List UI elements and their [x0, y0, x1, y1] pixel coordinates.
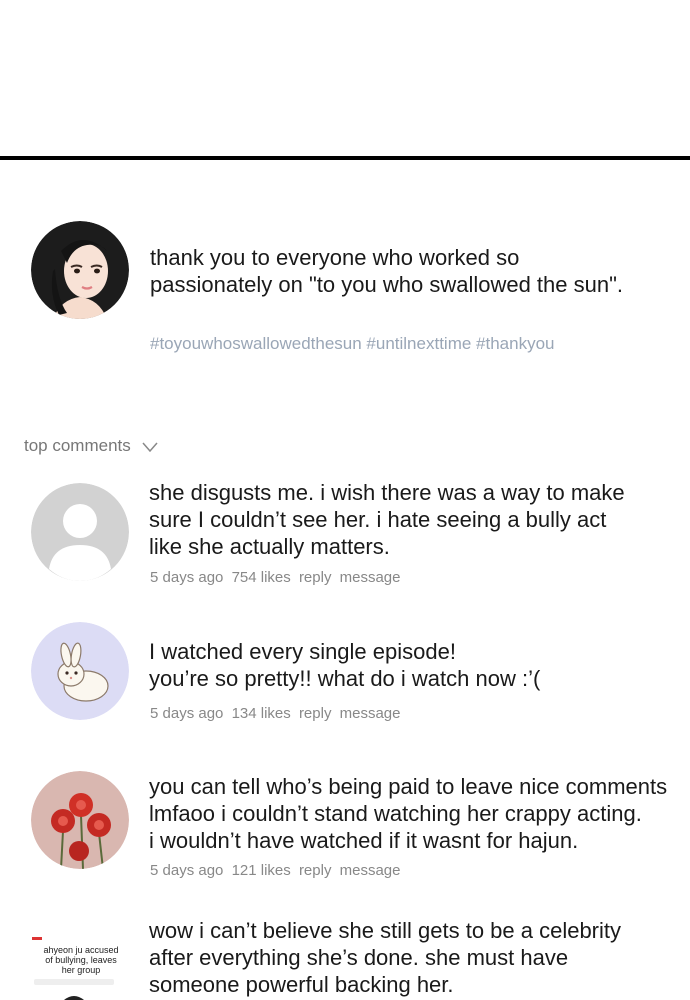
reply-link[interactable]: reply: [299, 569, 332, 586]
comment-likes[interactable]: 121 likes: [232, 862, 291, 879]
reply-link[interactable]: reply: [299, 705, 332, 722]
comment-text-line: someone powerful backing her.: [149, 972, 454, 997]
comment-text-line: you can tell who’s being paid to leave n…: [149, 774, 668, 799]
post-text: thank you to everyone who worked so pass…: [150, 244, 680, 298]
comment-text: I watched every single episode! you’re s…: [149, 638, 540, 692]
comment-text-line: like she actually matters.: [149, 534, 390, 559]
comment-text-line: I watched every single episode!: [149, 639, 456, 664]
default-avatar[interactable]: [31, 483, 129, 581]
comment-text-line: she disgusts me. i wish there was a way …: [149, 480, 625, 505]
post-text-line: passionately on "to you who swallowed th…: [150, 272, 624, 297]
svg-text:her group: her group: [62, 965, 101, 975]
post-author-avatar[interactable]: [31, 221, 129, 319]
reply-link[interactable]: reply: [299, 862, 332, 879]
chevron-down-icon: [141, 437, 158, 457]
comment-likes[interactable]: 134 likes: [232, 705, 291, 722]
message-link[interactable]: message: [340, 862, 401, 879]
top-comments-sort[interactable]: top comments: [24, 436, 158, 457]
message-link[interactable]: message: [340, 705, 401, 722]
comment-meta: 5 days ago 134 likes reply message: [150, 705, 405, 722]
comment-likes[interactable]: 754 likes: [232, 569, 291, 586]
comment-text: wow i can’t believe she still gets to be…: [149, 917, 621, 998]
comment-time: 5 days ago: [150, 862, 224, 879]
header-divider: [0, 156, 690, 160]
svg-text:of bullying, leaves: of bullying, leaves: [45, 955, 117, 965]
top-comments-label: top comments: [24, 436, 131, 455]
svg-text:ahyeon ju accused: ahyeon ju accused: [43, 945, 118, 955]
comment-meta: 5 days ago 121 likes reply message: [150, 862, 405, 879]
message-link[interactable]: message: [340, 569, 401, 586]
flower-avatar[interactable]: [31, 771, 129, 869]
comment-time: 5 days ago: [150, 569, 224, 586]
comment-meta: 5 days ago 754 likes reply message: [150, 569, 405, 586]
comment-text-line: wow i can’t believe she still gets to be…: [149, 918, 622, 943]
comment-time: 5 days ago: [150, 705, 224, 722]
comment-text-line: you’re so pretty!! what do i watch now :…: [149, 666, 541, 691]
comment-text: you can tell who’s being paid to leave n…: [149, 773, 667, 854]
comment-text-line: after everything she’s done. she must ha…: [149, 945, 569, 970]
news-thumbnail-avatar[interactable]: ahyeon ju accused of bullying, leaves he…: [24, 918, 124, 1000]
comment-text-line: lmfaoo i couldn’t stand watching her cra…: [149, 801, 642, 826]
post-hashtags[interactable]: #toyouwhoswallowedthesun #untilnexttime …: [150, 334, 554, 354]
post-text-line: thank you to everyone who worked so: [150, 245, 520, 270]
comment-text-line: sure I couldn’t see her. i hate seeing a…: [149, 507, 607, 532]
comment-text: she disgusts me. i wish there was a way …: [149, 479, 625, 560]
bunny-avatar[interactable]: [31, 622, 129, 720]
comment-text-line: i wouldn’t have watched if it wasnt for …: [149, 828, 579, 853]
